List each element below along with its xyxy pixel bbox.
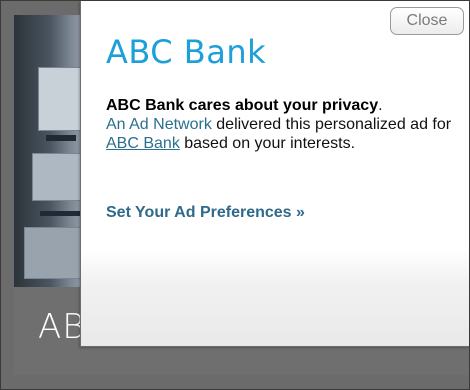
- atm-screen-panel: [38, 67, 86, 131]
- privacy-lead: ABC Bank cares about your privacy: [106, 97, 379, 114]
- ad-preferences-link[interactable]: Set Your Ad Preferences »: [106, 204, 305, 222]
- interest-text: based on your interests.: [179, 135, 356, 152]
- privacy-lead-punct: .: [378, 97, 383, 114]
- ad-frame: AB Close ABC Bank ABC Bank cares about y…: [0, 0, 470, 390]
- atm-cash-slot: [40, 211, 80, 216]
- ad-network-name: An Ad Network: [106, 116, 212, 133]
- brand-title: ABC Bank: [106, 33, 267, 71]
- advertiser-link[interactable]: ABC Bank: [106, 135, 180, 152]
- atm-card-slot: [46, 135, 76, 141]
- ad-banner-text: AB: [38, 307, 86, 347]
- close-button[interactable]: Close: [390, 7, 464, 35]
- delivered-text: delivered this personalized ad for: [211, 116, 452, 133]
- privacy-message: ABC Bank cares about your privacy. An Ad …: [106, 96, 461, 153]
- privacy-panel: Close ABC Bank ABC Bank cares about your…: [80, 1, 469, 347]
